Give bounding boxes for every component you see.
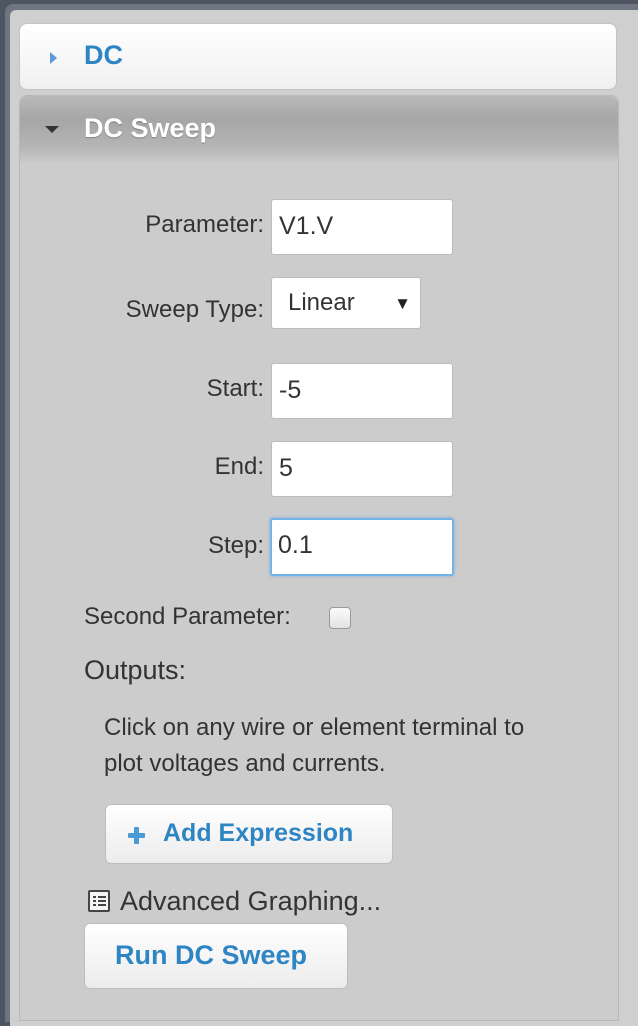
advanced-graphing-link[interactable]: Advanced Graphing... <box>120 886 381 917</box>
parameter-input[interactable]: V1.V <box>271 199 453 255</box>
outputs-hint-line-2: plot voltages and currents. <box>104 750 386 777</box>
second-parameter-label: Second Parameter: <box>84 603 291 630</box>
sweep-type-label: Sweep Type: <box>125 296 264 323</box>
chevron-down-icon <box>45 126 59 133</box>
step-input[interactable]: 0.1 <box>270 518 454 576</box>
run-dc-sweep-label: Run DC Sweep <box>115 940 308 970</box>
add-expression-button[interactable]: Add Expression <box>105 804 393 864</box>
add-expression-label: Add Expression <box>163 819 354 847</box>
accordion-header-dc[interactable]: DC <box>19 23 617 90</box>
list-icon[interactable] <box>88 890 110 912</box>
accordion-title-dc-sweep: DC Sweep <box>84 113 217 143</box>
plus-icon <box>128 827 145 844</box>
sweep-type-value: Linear <box>288 289 355 316</box>
parameter-label: Parameter: <box>145 211 264 238</box>
start-label: Start: <box>206 375 264 402</box>
step-label: Step: <box>207 532 264 559</box>
sweep-type-select[interactable]: Linear ▼ <box>271 277 421 329</box>
second-parameter-checkbox[interactable] <box>329 607 351 629</box>
accordion-title-dc: DC <box>84 40 123 70</box>
run-dc-sweep-button[interactable]: Run DC Sweep <box>84 923 348 989</box>
start-input[interactable]: -5 <box>271 363 453 419</box>
outputs-hint-line-1: Click on any wire or element terminal to <box>104 714 525 741</box>
accordion-header-dc-sweep[interactable]: DC Sweep <box>20 96 618 164</box>
dropdown-arrow-icon: ▼ <box>394 294 411 313</box>
chevron-right-icon <box>50 52 57 64</box>
end-input[interactable]: 5 <box>271 441 453 497</box>
outputs-heading: Outputs: <box>84 655 187 685</box>
end-label: End: <box>214 453 264 480</box>
